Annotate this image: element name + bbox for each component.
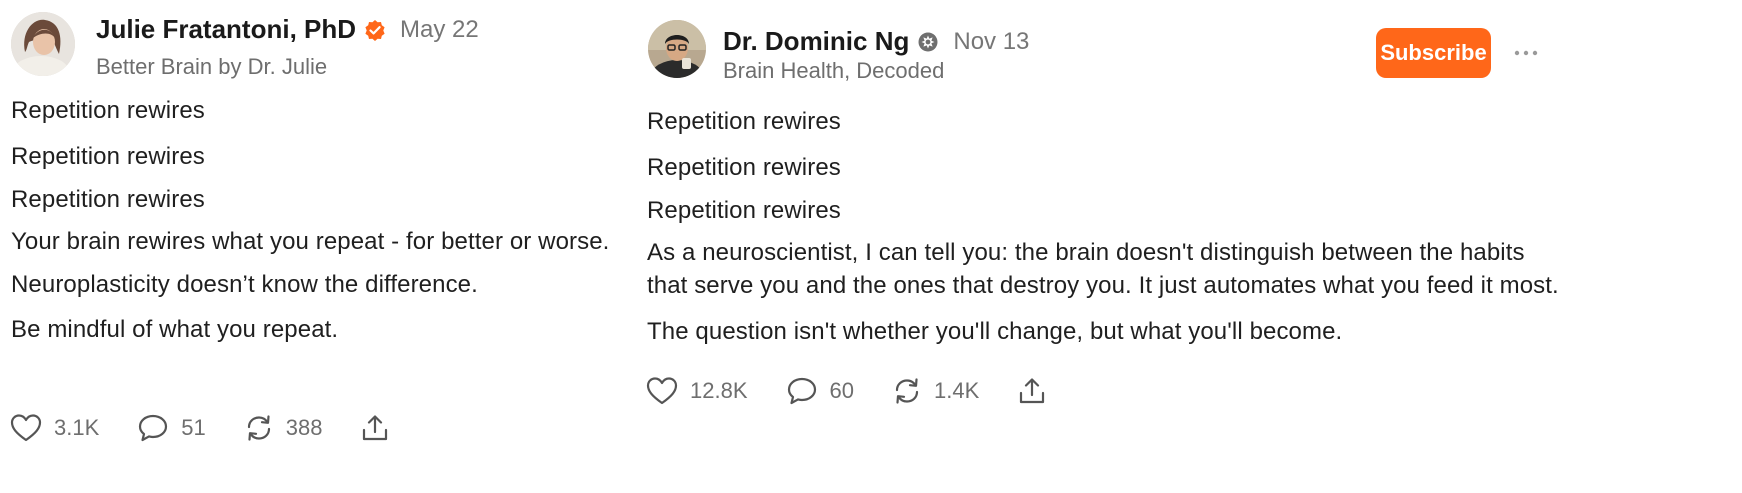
restack-count: 1.4K (933, 378, 980, 403)
post-date[interactable]: May 22 (400, 16, 479, 44)
body-text-line: Repetition rewires (11, 97, 205, 124)
substack-badge-icon (917, 31, 939, 53)
body-text-line: that serve you and the ones that destroy… (647, 272, 1559, 299)
body-text-line: Neuroplasticity doesn’t know the differe… (11, 271, 478, 298)
share-button[interactable] (1017, 376, 1047, 406)
restack-icon (247, 415, 270, 441)
comment-count: 51 (181, 415, 206, 440)
restack-icon (895, 378, 919, 404)
restack-button[interactable]: 1.4K (892, 376, 979, 406)
like-count: 12.8K (690, 378, 748, 403)
heart-icon (646, 377, 678, 405)
avatar[interactable] (11, 12, 75, 76)
author-name[interactable]: Julie Fratantoni, PhD (96, 14, 356, 45)
heart-icon (10, 414, 42, 442)
share-icon (363, 415, 388, 441)
comment-icon (139, 414, 168, 442)
comment-button[interactable]: 51 (137, 413, 206, 443)
body-text-line: Repetition rewires (11, 143, 205, 170)
post-date[interactable]: Nov 13 (953, 28, 1029, 56)
action-bar: 12.8K 60 1.4K (646, 376, 1085, 406)
share-icon (1020, 378, 1045, 404)
comment-icon (787, 377, 816, 405)
body-text-line: Repetition rewires (647, 154, 841, 181)
body-text-line: As a neuroscientist, I can tell you: the… (647, 239, 1525, 266)
body-text-line: Repetition rewires (11, 186, 205, 213)
body-text-line: The question isn't whether you'll change… (647, 318, 1343, 345)
body-text-line: Be mindful of what you repeat. (11, 316, 339, 343)
publication-name[interactable]: Better Brain by Dr. Julie (96, 54, 327, 80)
like-button[interactable]: 12.8K (646, 376, 748, 406)
restack-count: 388 (285, 415, 323, 440)
comment-count: 60 (829, 378, 854, 403)
action-bar: 3.1K 51 388 (10, 413, 428, 443)
ellipsis-icon (1514, 50, 1538, 56)
subscribe-button[interactable]: Subscribe (1376, 28, 1491, 78)
like-button[interactable]: 3.1K (10, 413, 99, 443)
share-button[interactable] (360, 413, 390, 443)
verified-check-icon (364, 19, 386, 41)
body-text-line: Repetition rewires (647, 108, 841, 135)
comment-button[interactable]: 60 (786, 376, 854, 406)
like-count: 3.1K (54, 415, 100, 440)
body-text-line: Repetition rewires (647, 197, 841, 224)
body-text-line: Your brain rewires what you repeat - for… (11, 228, 610, 255)
publication-name[interactable]: Brain Health, Decoded (723, 58, 944, 84)
restack-button[interactable]: 388 (244, 413, 323, 443)
more-options-button[interactable] (1508, 38, 1544, 68)
author-name[interactable]: Dr. Dominic Ng (723, 26, 909, 57)
avatar[interactable] (648, 20, 706, 78)
